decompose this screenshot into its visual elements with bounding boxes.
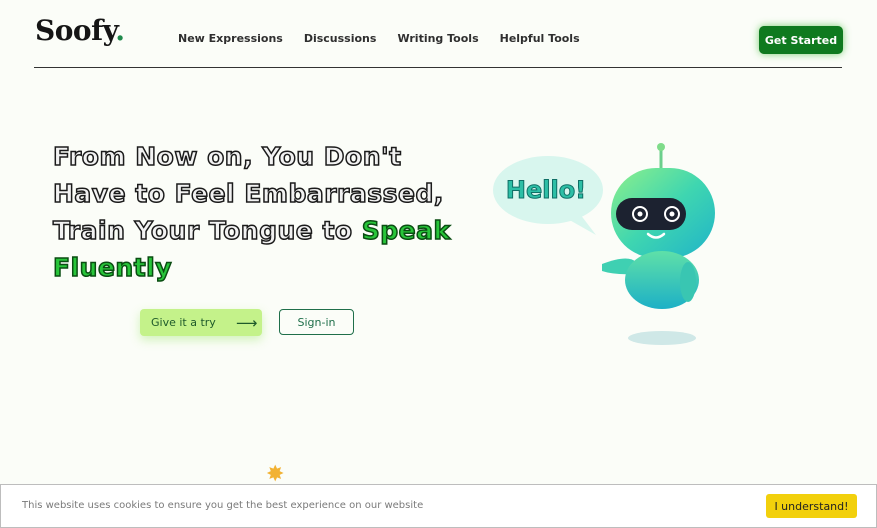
robot-illustration: Hello! [493, 143, 715, 345]
brand-name: Soofy [35, 14, 116, 47]
sparkle-icon: ✸ [266, 461, 285, 486]
cookie-banner: This website uses cookies to ensure you … [0, 484, 877, 528]
nav-writing-tools[interactable]: Writing Tools [397, 32, 478, 45]
speech-bubble-text: Hello! [506, 176, 586, 204]
robot-body-icon [602, 251, 699, 309]
nav-helpful-tools[interactable]: Helpful Tools [500, 32, 580, 45]
get-started-button[interactable]: Get Started [759, 26, 843, 54]
brand-dot: . [115, 14, 125, 47]
header-divider [34, 67, 842, 68]
sign-in-button[interactable]: Sign-in [279, 309, 354, 335]
robot-antenna-icon [657, 143, 665, 171]
hero-highlight-speak: Speak [361, 215, 451, 246]
nav-discussions[interactable]: Discussions [304, 32, 377, 45]
arrow-right-icon: ⟶ [235, 313, 258, 332]
robot-shadow [628, 331, 696, 345]
hero-line-3: Train Your Tongue to [52, 215, 362, 246]
hero-headline: From Now on, You Don't Have to Feel Emba… [52, 138, 473, 286]
robot-head-icon [611, 168, 715, 258]
hero-highlight-fluently: Fluently [52, 252, 173, 283]
brand-logo[interactable]: Soofy. [35, 14, 125, 47]
main-nav: New Expressions Discussions Writing Tool… [178, 32, 580, 45]
give-it-a-try-button[interactable]: Give it a try ⟶ [140, 309, 262, 336]
hero-line-2: Have to Feel Embarrassed, [52, 178, 444, 209]
give-it-a-try-label: Give it a try [151, 316, 216, 329]
nav-new-expressions[interactable]: New Expressions [178, 32, 283, 45]
cookie-message: This website uses cookies to ensure you … [22, 500, 424, 511]
cookie-accept-button[interactable]: I understand! [766, 494, 857, 518]
hero-line-1: From Now on, You Don't [52, 141, 402, 172]
